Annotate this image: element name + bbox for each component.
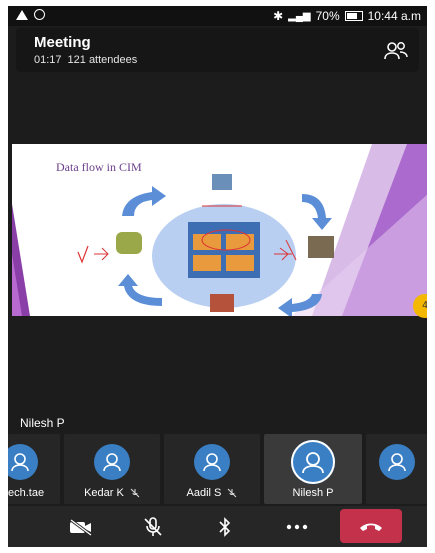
more-icon <box>286 524 308 530</box>
participant-name: ech.tae <box>8 487 45 499</box>
participant-tile[interactable] <box>366 434 427 504</box>
audio-device-button[interactable] <box>200 512 250 542</box>
camera-off-icon <box>70 518 92 536</box>
active-speaker-name: Nilesh P <box>20 416 65 430</box>
call-controls <box>8 506 427 547</box>
signal-icon: ▂▄▆ <box>288 10 311 22</box>
circle-icon <box>34 9 45 20</box>
participant-strip: ech.tae Kedar K Aadil S Nilesh P <box>8 434 427 504</box>
meeting-title: Meeting <box>34 34 91 51</box>
avatar <box>8 444 38 480</box>
participant-tile[interactable]: ech.tae <box>8 434 60 504</box>
attendee-count: 121 attendees <box>67 54 138 66</box>
hang-up-button[interactable] <box>340 509 402 543</box>
battery-percent: 70% <box>315 9 340 23</box>
mic-off-icon <box>228 488 237 498</box>
mic-off-icon <box>144 517 162 536</box>
participant-tile-active[interactable]: Nilesh P <box>264 434 362 504</box>
bluetooth-status-icon: ✱ <box>273 9 284 23</box>
avatar <box>291 440 335 484</box>
shared-slide[interactable]: Data flow in CIM <box>12 144 427 316</box>
meeting-duration: 01:17 <box>34 54 62 66</box>
participant-name: Aadil S <box>186 487 222 499</box>
meeting-subtitle: 01:17 121 attendees <box>34 54 137 66</box>
participant-name: Kedar K <box>84 487 124 499</box>
bluetooth-icon <box>219 517 231 537</box>
participant-name: Nilesh P <box>292 487 334 499</box>
phone-hangup-icon <box>360 523 382 531</box>
mic-off-icon <box>130 488 140 498</box>
battery-icon <box>344 11 363 21</box>
avatar <box>94 444 130 480</box>
camera-toggle-button[interactable] <box>56 512 106 542</box>
avatar <box>378 444 415 480</box>
participant-label: Kedar K <box>64 487 160 499</box>
more-options-button[interactable] <box>272 512 322 542</box>
participant-tile[interactable]: Kedar K <box>64 434 160 504</box>
avatar <box>194 444 230 480</box>
warning-icon <box>16 9 28 20</box>
participants-icon[interactable] <box>383 40 409 62</box>
mic-toggle-button[interactable] <box>128 512 178 542</box>
status-bar: ✱ ▂▄▆ 70% 10:44 a.m <box>8 6 427 26</box>
clock: 10:44 a.m <box>367 9 421 23</box>
participant-tile[interactable]: Aadil S <box>164 434 260 504</box>
participant-label: Aadil S <box>164 487 260 499</box>
cim-diagram <box>12 144 427 316</box>
phone-screen: ✱ ▂▄▆ 70% 10:44 a.m Meeting 01:17 121 at… <box>8 6 427 547</box>
meeting-header: Meeting 01:17 121 attendees <box>16 28 419 72</box>
